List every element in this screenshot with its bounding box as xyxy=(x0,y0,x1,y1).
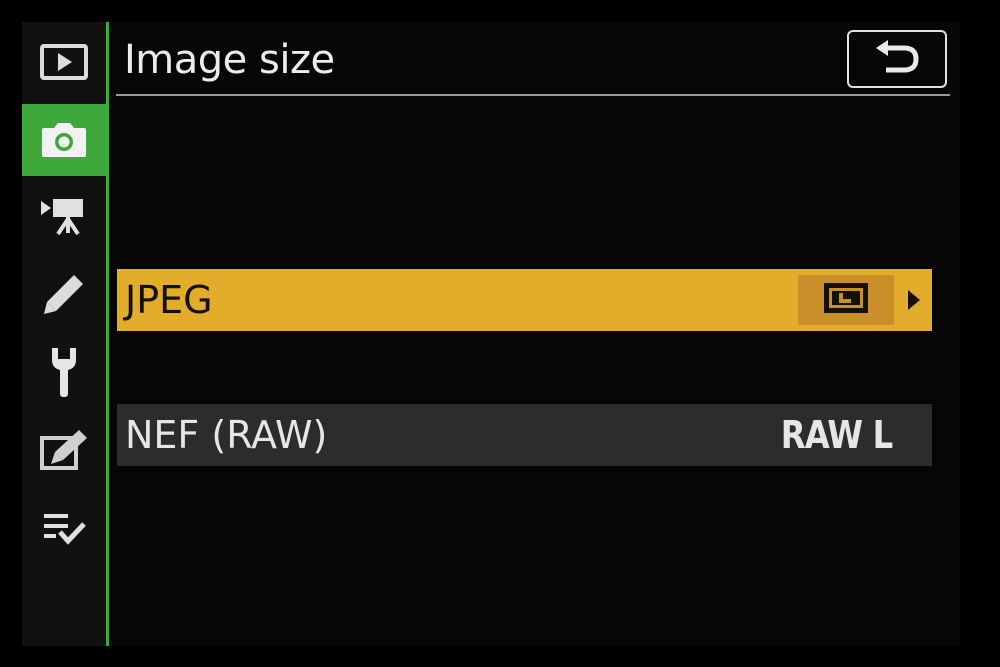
camera-icon xyxy=(40,122,88,158)
wrench-icon xyxy=(49,346,79,398)
sidebar-item-my-menu[interactable] xyxy=(22,492,106,564)
menu-row-jpeg[interactable]: JPEG xyxy=(117,269,932,331)
row-label: JPEG xyxy=(125,278,213,322)
menu-row-nef-raw[interactable]: NEF (RAW) RAW L xyxy=(117,404,932,466)
row-value: RAW L xyxy=(780,413,892,457)
camera-menu-screen: Image size JPEG NEF (RAW) RAW L xyxy=(22,22,960,646)
playback-icon xyxy=(40,44,88,80)
size-large-value xyxy=(798,275,894,325)
size-large-icon xyxy=(822,281,870,319)
back-button[interactable] xyxy=(847,30,947,88)
sidebar-item-custom-settings[interactable] xyxy=(22,258,106,330)
sidebar-item-playback[interactable] xyxy=(22,26,106,98)
page-title: Image size xyxy=(124,37,335,83)
sidebar-item-setup[interactable] xyxy=(22,336,106,408)
row-label: NEF (RAW) xyxy=(125,413,328,457)
sidebar-item-retouch[interactable] xyxy=(22,414,106,486)
movie-camera-icon xyxy=(39,195,89,235)
back-return-icon xyxy=(874,40,920,78)
retouch-icon xyxy=(39,428,89,472)
my-menu-icon xyxy=(40,510,88,546)
sidebar-divider xyxy=(106,22,109,646)
menu-sidebar xyxy=(22,22,109,646)
pencil-icon xyxy=(42,272,86,316)
chevron-right-icon xyxy=(907,289,921,315)
sidebar-item-movie-shooting[interactable] xyxy=(22,179,106,251)
header-divider xyxy=(116,94,950,96)
sidebar-item-photo-shooting[interactable] xyxy=(22,104,106,176)
